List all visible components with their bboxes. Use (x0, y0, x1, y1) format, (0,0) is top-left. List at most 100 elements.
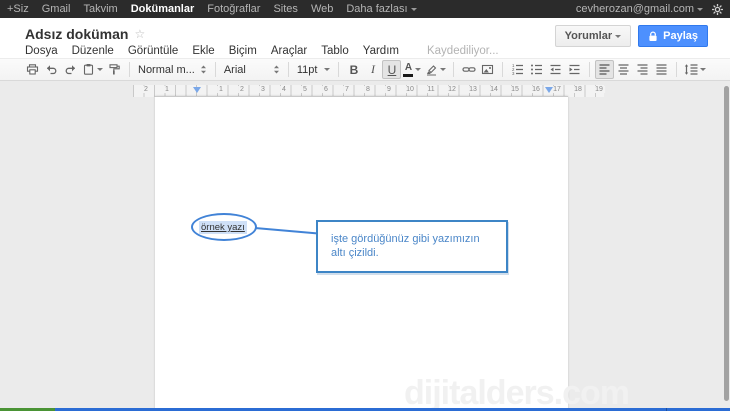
numbered-list-button[interactable]: 123 (508, 60, 527, 79)
vertical-scrollbar[interactable] (724, 86, 729, 401)
ruler-number: 13 (467, 86, 479, 93)
font-size-dropdown[interactable]: 11pt (294, 60, 334, 79)
topbar-link-plus-you[interactable]: +Siz (7, 3, 29, 15)
topbar-link-gmail[interactable]: Gmail (42, 3, 71, 15)
web-clipboard-button[interactable] (80, 60, 105, 79)
ruler-number: 1 (163, 86, 171, 93)
chevron-up-down-icon (200, 64, 207, 75)
align-center-button[interactable] (614, 60, 633, 79)
service-links: +Siz Gmail Takvim Dokümanlar Fotoğraflar… (0, 3, 417, 15)
numbered-list-icon: 123 (511, 63, 524, 76)
toolbar-separator (676, 62, 677, 77)
print-button[interactable] (23, 60, 42, 79)
ruler-number: 9 (385, 86, 393, 93)
right-indent-marker[interactable] (545, 87, 553, 93)
account-email[interactable]: cevherozan@gmail.com (576, 3, 703, 15)
line-spacing-icon (684, 63, 698, 76)
menu-insert[interactable]: Ekle (192, 45, 214, 57)
email-label: cevherozan@gmail.com (576, 3, 694, 15)
align-justify-icon (655, 63, 668, 76)
indent-button[interactable] (565, 60, 584, 79)
star-icon[interactable]: ☆ (134, 27, 145, 41)
highlight-icon (425, 63, 438, 76)
topbar-link-web[interactable]: Web (311, 3, 333, 15)
line-spacing-button[interactable] (682, 60, 708, 79)
bold-button[interactable]: B (344, 60, 363, 79)
google-black-bar: +Siz Gmail Takvim Dokümanlar Fotoğraflar… (0, 0, 730, 18)
chevron-down-icon (411, 8, 417, 11)
topbar-link-documents[interactable]: Dokümanlar (131, 3, 195, 15)
align-justify-button[interactable] (652, 60, 671, 79)
toolbar: Normal m... Arial 11pt B I U A (0, 58, 730, 81)
text-color-icon: A (403, 63, 413, 77)
insert-link-button[interactable] (459, 60, 478, 79)
align-right-button[interactable] (633, 60, 652, 79)
menu-format[interactable]: Biçim (229, 45, 257, 57)
ruler-number: 1 (217, 86, 225, 93)
toolbar-separator (502, 62, 503, 77)
menubar: Dosya Düzenle Görüntüle Ekle Biçim Araçl… (25, 45, 499, 57)
gear-icon[interactable] (711, 3, 724, 16)
menu-edit[interactable]: Düzenle (72, 45, 114, 57)
menu-help[interactable]: Yardım (363, 45, 399, 57)
font-value: Arial (224, 64, 268, 76)
ruler-number: 14 (488, 86, 500, 93)
align-left-button[interactable] (595, 60, 614, 79)
styles-dropdown[interactable]: Normal m... (135, 60, 210, 79)
document-title[interactable]: Adsız doküman (25, 26, 128, 42)
topbar-link-calendar[interactable]: Takvim (83, 3, 117, 15)
paint-format-icon (108, 63, 121, 76)
chevron-up-down-icon (273, 64, 280, 75)
underline-button[interactable]: U (382, 60, 401, 79)
toolbar-separator (338, 62, 339, 77)
ruler-number: 8 (364, 86, 372, 93)
styles-value: Normal m... (138, 64, 195, 76)
chevron-down-icon (697, 8, 703, 11)
print-icon (26, 63, 39, 76)
annotation-callout-text: işte gördüğünüz gibi yazımızın altı çizi… (318, 222, 506, 260)
toolbar-separator (589, 62, 590, 77)
menu-tools[interactable]: Araçlar (271, 45, 307, 57)
topbar-link-more[interactable]: Daha fazlası (346, 3, 416, 15)
ruler-number: 7 (343, 86, 351, 93)
toolbar-separator (453, 62, 454, 77)
ruler-number: 18 (572, 86, 584, 93)
comments-label: Yorumlar (565, 30, 612, 42)
text-color-button[interactable]: A (401, 60, 423, 79)
left-indent-marker[interactable] (193, 87, 201, 93)
menu-view[interactable]: Görüntüle (128, 45, 179, 57)
menu-table[interactable]: Tablo (321, 45, 349, 57)
annotation-callout-box: işte gördüğünüz gibi yazımızın altı çizi… (316, 220, 508, 273)
lock-icon (648, 31, 658, 42)
chevron-down-icon (415, 68, 421, 71)
share-label: Paylaş (663, 30, 698, 42)
link-icon (462, 63, 476, 76)
ruler-number: 3 (259, 86, 267, 93)
ruler-number: 2 (142, 86, 150, 93)
ruler-number: 16 (530, 86, 542, 93)
ruler-number: 12 (446, 86, 458, 93)
more-label: Daha fazlası (346, 3, 407, 15)
italic-button[interactable]: I (363, 60, 382, 79)
topbar-link-sites[interactable]: Sites (273, 3, 297, 15)
topbar-link-photos[interactable]: Fotoğraflar (207, 3, 260, 15)
font-dropdown[interactable]: Arial (221, 60, 283, 79)
ruler-number: 2 (238, 86, 246, 93)
chevron-down-icon (97, 68, 103, 71)
annotation-ellipse (191, 213, 257, 241)
menu-file[interactable]: Dosya (25, 45, 58, 57)
redo-button[interactable] (61, 60, 80, 79)
outdent-button[interactable] (546, 60, 565, 79)
editor-area: 2112345678910111213141516171819 dijitald… (0, 81, 730, 411)
ruler-number: 6 (322, 86, 330, 93)
document-header: Adsız doküman ☆ Dosya Düzenle Görüntüle … (0, 18, 730, 58)
comments-button[interactable]: Yorumlar (555, 25, 631, 47)
ruler-number: 15 (509, 86, 521, 93)
share-button[interactable]: Paylaş (638, 25, 708, 47)
paint-format-button[interactable] (105, 60, 124, 79)
insert-image-button[interactable] (478, 60, 497, 79)
text-color-label: A (405, 63, 412, 73)
bullet-list-button[interactable] (527, 60, 546, 79)
undo-button[interactable] (42, 60, 61, 79)
highlight-button[interactable] (423, 60, 448, 79)
